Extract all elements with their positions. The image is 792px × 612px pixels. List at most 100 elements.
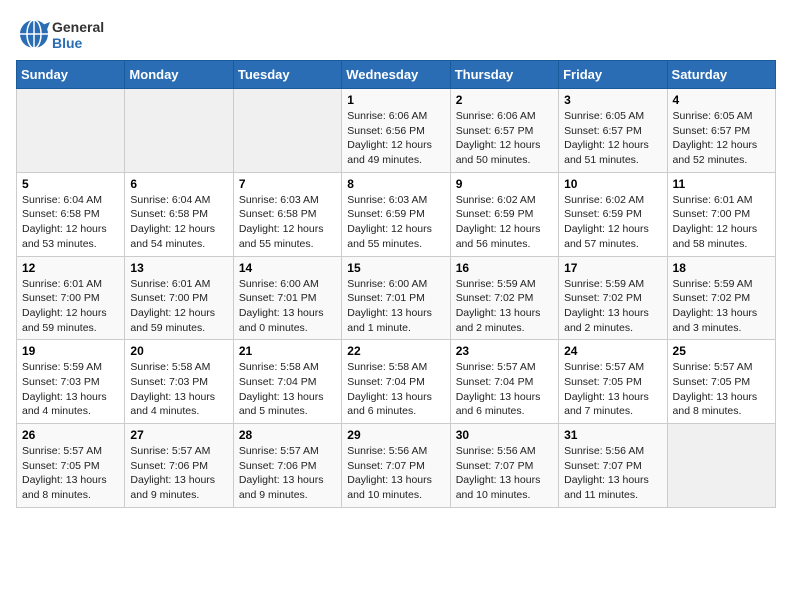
svg-text:General: General	[52, 19, 104, 35]
day-cell: 9 Sunrise: 6:02 AM Sunset: 6:59 PM Daylig…	[450, 172, 558, 256]
day-number: 21	[239, 344, 336, 358]
day-info: Sunrise: 5:59 AM Sunset: 7:02 PM Dayligh…	[564, 277, 661, 336]
logo-svg: GeneralBlue	[16, 16, 106, 52]
day-number: 11	[673, 177, 770, 191]
day-number: 7	[239, 177, 336, 191]
day-info: Sunrise: 6:05 AM Sunset: 6:57 PM Dayligh…	[673, 109, 770, 168]
day-info: Sunrise: 6:03 AM Sunset: 6:58 PM Dayligh…	[239, 193, 336, 252]
day-cell: 20 Sunrise: 5:58 AM Sunset: 7:03 PM Dayli…	[125, 340, 233, 424]
day-info: Sunrise: 5:56 AM Sunset: 7:07 PM Dayligh…	[456, 444, 553, 503]
col-header-tuesday: Tuesday	[233, 61, 341, 89]
day-number: 28	[239, 428, 336, 442]
day-cell: 18 Sunrise: 5:59 AM Sunset: 7:02 PM Dayli…	[667, 256, 775, 340]
day-cell: 11 Sunrise: 6:01 AM Sunset: 7:00 PM Dayli…	[667, 172, 775, 256]
day-info: Sunrise: 5:57 AM Sunset: 7:06 PM Dayligh…	[130, 444, 227, 503]
day-number: 6	[130, 177, 227, 191]
day-number: 31	[564, 428, 661, 442]
day-number: 16	[456, 261, 553, 275]
day-info: Sunrise: 5:58 AM Sunset: 7:04 PM Dayligh…	[347, 360, 444, 419]
day-info: Sunrise: 6:04 AM Sunset: 6:58 PM Dayligh…	[130, 193, 227, 252]
day-cell: 15 Sunrise: 6:00 AM Sunset: 7:01 PM Dayli…	[342, 256, 450, 340]
day-info: Sunrise: 5:58 AM Sunset: 7:04 PM Dayligh…	[239, 360, 336, 419]
day-info: Sunrise: 6:04 AM Sunset: 6:58 PM Dayligh…	[22, 193, 119, 252]
day-number: 18	[673, 261, 770, 275]
col-header-monday: Monday	[125, 61, 233, 89]
day-cell: 30 Sunrise: 5:56 AM Sunset: 7:07 PM Dayli…	[450, 424, 558, 508]
calendar-table: SundayMondayTuesdayWednesdayThursdayFrid…	[16, 60, 776, 508]
day-cell	[667, 424, 775, 508]
day-cell	[17, 89, 125, 173]
day-number: 20	[130, 344, 227, 358]
day-number: 4	[673, 93, 770, 107]
day-info: Sunrise: 6:02 AM Sunset: 6:59 PM Dayligh…	[564, 193, 661, 252]
day-cell: 28 Sunrise: 5:57 AM Sunset: 7:06 PM Dayli…	[233, 424, 341, 508]
day-info: Sunrise: 5:57 AM Sunset: 7:05 PM Dayligh…	[673, 360, 770, 419]
day-cell: 17 Sunrise: 5:59 AM Sunset: 7:02 PM Dayli…	[559, 256, 667, 340]
week-row-3: 12 Sunrise: 6:01 AM Sunset: 7:00 PM Dayli…	[17, 256, 776, 340]
day-cell	[125, 89, 233, 173]
day-info: Sunrise: 5:57 AM Sunset: 7:05 PM Dayligh…	[22, 444, 119, 503]
day-cell: 7 Sunrise: 6:03 AM Sunset: 6:58 PM Daylig…	[233, 172, 341, 256]
day-number: 27	[130, 428, 227, 442]
day-cell: 19Sunrise: 5:59 AM Sunset: 7:03 PM Dayli…	[17, 340, 125, 424]
col-header-saturday: Saturday	[667, 61, 775, 89]
day-cell: 14Sunrise: 6:00 AM Sunset: 7:01 PM Dayli…	[233, 256, 341, 340]
day-number: 17	[564, 261, 661, 275]
header-row: SundayMondayTuesdayWednesdayThursdayFrid…	[17, 61, 776, 89]
day-number: 15	[347, 261, 444, 275]
day-info: Sunrise: 5:59 AM Sunset: 7:02 PM Dayligh…	[673, 277, 770, 336]
day-cell: 8 Sunrise: 6:03 AM Sunset: 6:59 PM Daylig…	[342, 172, 450, 256]
day-number: 22	[347, 344, 444, 358]
day-number: 24	[564, 344, 661, 358]
day-cell: 13 Sunrise: 6:01 AM Sunset: 7:00 PM Dayli…	[125, 256, 233, 340]
day-info: Sunrise: 5:57 AM Sunset: 7:06 PM Dayligh…	[239, 444, 336, 503]
day-info: Sunrise: 6:01 AM Sunset: 7:00 PM Dayligh…	[22, 277, 119, 336]
day-cell: 6 Sunrise: 6:04 AM Sunset: 6:58 PM Daylig…	[125, 172, 233, 256]
col-header-friday: Friday	[559, 61, 667, 89]
day-cell: 22 Sunrise: 5:58 AM Sunset: 7:04 PM Dayli…	[342, 340, 450, 424]
day-info: Sunrise: 6:06 AM Sunset: 6:57 PM Dayligh…	[456, 109, 553, 168]
col-header-wednesday: Wednesday	[342, 61, 450, 89]
day-cell: 12 Sunrise: 6:01 AM Sunset: 7:00 PM Dayli…	[17, 256, 125, 340]
day-number: 9	[456, 177, 553, 191]
day-info: Sunrise: 5:56 AM Sunset: 7:07 PM Dayligh…	[564, 444, 661, 503]
day-cell: 5Sunrise: 6:04 AM Sunset: 6:58 PM Daylig…	[17, 172, 125, 256]
day-cell: 31 Sunrise: 5:56 AM Sunset: 7:07 PM Dayli…	[559, 424, 667, 508]
day-number: 13	[130, 261, 227, 275]
day-info: Sunrise: 6:00 AM Sunset: 7:01 PM Dayligh…	[347, 277, 444, 336]
svg-text:Blue: Blue	[52, 35, 83, 51]
day-info: Sunrise: 6:01 AM Sunset: 7:00 PM Dayligh…	[130, 277, 227, 336]
col-header-thursday: Thursday	[450, 61, 558, 89]
day-number: 14	[239, 261, 336, 275]
day-info: Sunrise: 5:57 AM Sunset: 7:05 PM Dayligh…	[564, 360, 661, 419]
day-info: Sunrise: 5:59 AM Sunset: 7:02 PM Dayligh…	[456, 277, 553, 336]
day-info: Sunrise: 6:05 AM Sunset: 6:57 PM Dayligh…	[564, 109, 661, 168]
day-info: Sunrise: 6:01 AM Sunset: 7:00 PM Dayligh…	[673, 193, 770, 252]
day-cell: 4 Sunrise: 6:05 AM Sunset: 6:57 PM Daylig…	[667, 89, 775, 173]
day-cell	[233, 89, 341, 173]
day-number: 23	[456, 344, 553, 358]
day-cell: 2Sunrise: 6:06 AM Sunset: 6:57 PM Daylig…	[450, 89, 558, 173]
day-number: 8	[347, 177, 444, 191]
week-row-2: 5Sunrise: 6:04 AM Sunset: 6:58 PM Daylig…	[17, 172, 776, 256]
day-number: 25	[673, 344, 770, 358]
header: GeneralBlue	[16, 16, 776, 52]
day-cell: 10 Sunrise: 6:02 AM Sunset: 6:59 PM Dayli…	[559, 172, 667, 256]
day-number: 26	[22, 428, 119, 442]
day-number: 30	[456, 428, 553, 442]
day-info: Sunrise: 6:06 AM Sunset: 6:56 PM Dayligh…	[347, 109, 444, 168]
day-number: 3	[564, 93, 661, 107]
day-cell: 1 Sunrise: 6:06 AM Sunset: 6:56 PM Daylig…	[342, 89, 450, 173]
day-info: Sunrise: 6:03 AM Sunset: 6:59 PM Dayligh…	[347, 193, 444, 252]
week-row-4: 19Sunrise: 5:59 AM Sunset: 7:03 PM Dayli…	[17, 340, 776, 424]
day-info: Sunrise: 5:58 AM Sunset: 7:03 PM Dayligh…	[130, 360, 227, 419]
day-cell: 23Sunrise: 5:57 AM Sunset: 7:04 PM Dayli…	[450, 340, 558, 424]
day-cell: 29Sunrise: 5:56 AM Sunset: 7:07 PM Dayli…	[342, 424, 450, 508]
day-number: 12	[22, 261, 119, 275]
logo: GeneralBlue	[16, 16, 106, 52]
week-row-1: 1 Sunrise: 6:06 AM Sunset: 6:56 PM Daylig…	[17, 89, 776, 173]
day-info: Sunrise: 5:59 AM Sunset: 7:03 PM Dayligh…	[22, 360, 119, 419]
day-number: 1	[347, 93, 444, 107]
day-info: Sunrise: 6:02 AM Sunset: 6:59 PM Dayligh…	[456, 193, 553, 252]
day-number: 10	[564, 177, 661, 191]
